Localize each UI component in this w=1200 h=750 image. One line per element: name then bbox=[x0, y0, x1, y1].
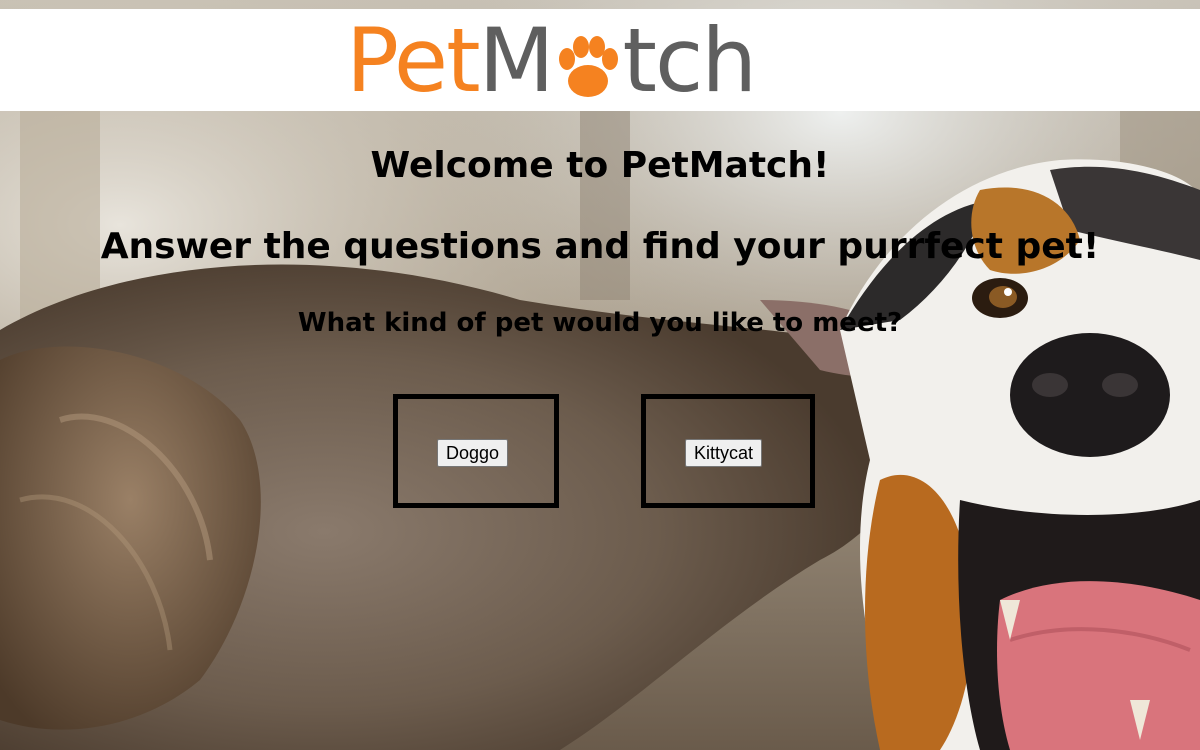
logo-text-tch: tch bbox=[622, 9, 758, 112]
page-subtitle: Answer the questions and find your purrf… bbox=[100, 226, 1100, 267]
header-bar: Pet M tch bbox=[0, 9, 1200, 111]
logo-text-pet: Pet bbox=[346, 9, 481, 112]
kittycat-button[interactable]: Kittycat bbox=[685, 439, 763, 467]
paw-icon bbox=[553, 25, 623, 105]
doggo-button[interactable]: Doggo bbox=[437, 439, 509, 467]
pet-question: What kind of pet would you like to meet? bbox=[297, 308, 903, 338]
welcome-title: Welcome to PetMatch! bbox=[370, 145, 830, 186]
background-photo bbox=[0, 0, 1200, 750]
petmatch-logo[interactable]: Pet M tch bbox=[346, 9, 758, 112]
page: Pet M tch Welcome to PetMatch! Answer th… bbox=[0, 0, 1200, 750]
logo-text-m: M bbox=[478, 9, 555, 112]
